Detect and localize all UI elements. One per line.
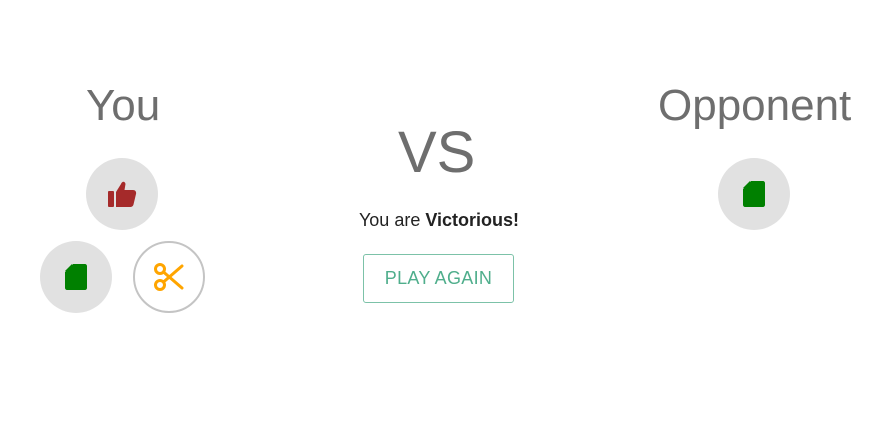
vs-label: VS: [398, 120, 476, 185]
opponent-title: Opponent: [658, 81, 852, 130]
opponent-paper-choice: [718, 158, 790, 230]
file-icon: [743, 181, 765, 207]
player-title: You: [86, 81, 161, 130]
play-again-button[interactable]: PLAY AGAIN: [363, 254, 514, 303]
result-outcome: Victorious!: [425, 210, 520, 230]
player-scissors-button[interactable]: [133, 241, 205, 313]
scissors-icon: [154, 263, 184, 291]
file-icon: [65, 264, 87, 290]
thumbs-up-icon: [108, 181, 137, 207]
player-paper-button[interactable]: [40, 241, 112, 313]
game-screen: You Opponent VS You are Victorious! PLAY…: [0, 0, 880, 424]
result-prefix: You are: [358, 210, 421, 230]
